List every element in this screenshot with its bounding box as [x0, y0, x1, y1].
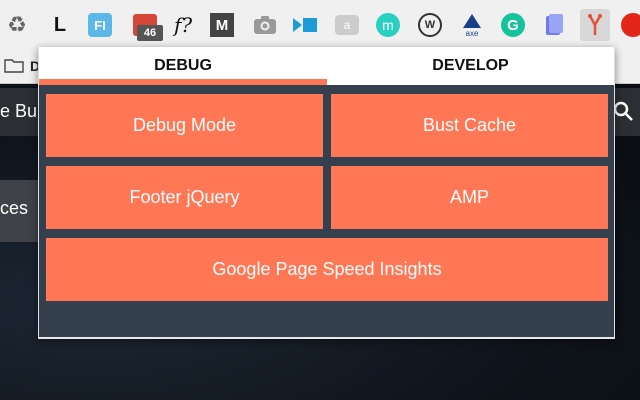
m-circle-icon[interactable]: m [375, 12, 401, 38]
extension-popup: DEBUG DEVELOP Debug Mode Bust Cache Foot… [38, 47, 615, 339]
gmail-icon[interactable]: 46 [132, 12, 163, 41]
browser-toolbar: ♻ L FI 46 f? M a m W axe G [0, 0, 640, 50]
folder-icon[interactable] [4, 57, 24, 73]
notification-badge: 46 [137, 25, 163, 41]
page-speed-insights-button[interactable]: Google Page Speed Insights [46, 238, 608, 301]
grammarly-icon[interactable]: G [500, 12, 526, 38]
camera-icon[interactable] [252, 12, 278, 38]
caption-icon[interactable]: a [334, 12, 360, 38]
m-logo-icon[interactable]: M [209, 12, 235, 38]
fi-logo-icon[interactable]: FI [87, 12, 113, 38]
bust-cache-button[interactable]: Bust Cache [331, 94, 608, 157]
recycle-icon[interactable]: ♻ [4, 12, 30, 38]
footer-jquery-button[interactable]: Footer jQuery [46, 166, 323, 229]
debug-develop-icon[interactable] [580, 9, 610, 41]
svg-text:axe: axe [466, 29, 479, 38]
debug-mode-button[interactable]: Debug Mode [46, 94, 323, 157]
side-menu-text: ces [0, 198, 29, 218]
site-header-title: e Bu [0, 101, 38, 121]
stop-icon[interactable] [620, 12, 640, 38]
bookmark-tool-icon[interactable] [541, 12, 567, 38]
tab-debug[interactable]: DEBUG [39, 47, 327, 85]
search-icon[interactable] [612, 100, 634, 122]
amp-button[interactable]: AMP [331, 166, 608, 229]
tab-bar: DEBUG DEVELOP [39, 47, 614, 85]
w-circle-icon[interactable]: W [417, 12, 443, 38]
l-logo-icon[interactable]: L [47, 12, 73, 38]
video-icon[interactable] [292, 12, 318, 38]
tab-develop[interactable]: DEVELOP [327, 47, 614, 85]
axe-icon[interactable]: axe [459, 12, 485, 38]
font-ninja-icon[interactable]: f? [170, 12, 196, 38]
